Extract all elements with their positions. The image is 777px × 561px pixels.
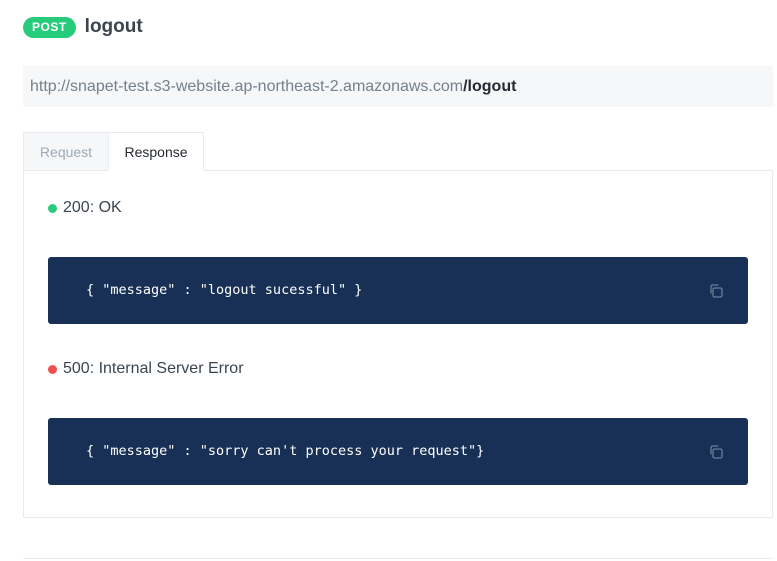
code-text: { "message" : "logout sucessful" } <box>86 282 363 298</box>
tab-response[interactable]: Response <box>108 132 204 171</box>
request-response-tabs: Request Response <box>23 132 204 171</box>
status-200: 200: OK <box>48 199 122 217</box>
copy-icon[interactable] <box>708 444 724 460</box>
code-text: { "message" : "sorry can't process your … <box>86 443 485 459</box>
response-panel: 200: OK { "message" : "logout sucessful"… <box>23 170 773 518</box>
endpoint-header: POST logout <box>23 14 143 40</box>
url-base: http://snapet-test.s3-website.ap-northea… <box>30 78 464 95</box>
method-badge: POST <box>23 16 76 38</box>
status-500: 500: Internal Server Error <box>48 360 244 378</box>
code-block-500: { "message" : "sorry can't process your … <box>48 418 748 485</box>
status-dot-error <box>48 364 57 374</box>
section-divider <box>23 558 773 559</box>
status-label: 200: OK <box>63 199 122 216</box>
code-block-200: { "message" : "logout sucessful" } <box>48 257 748 324</box>
tab-request[interactable]: Request <box>23 132 108 171</box>
status-dot-success <box>48 203 57 213</box>
endpoint-title: logout <box>84 16 143 37</box>
url-bar: http://snapet-test.s3-website.ap-northea… <box>23 66 773 107</box>
status-label: 500: Internal Server Error <box>63 360 244 377</box>
url-path: /logout <box>463 78 517 95</box>
copy-icon[interactable] <box>708 283 724 299</box>
